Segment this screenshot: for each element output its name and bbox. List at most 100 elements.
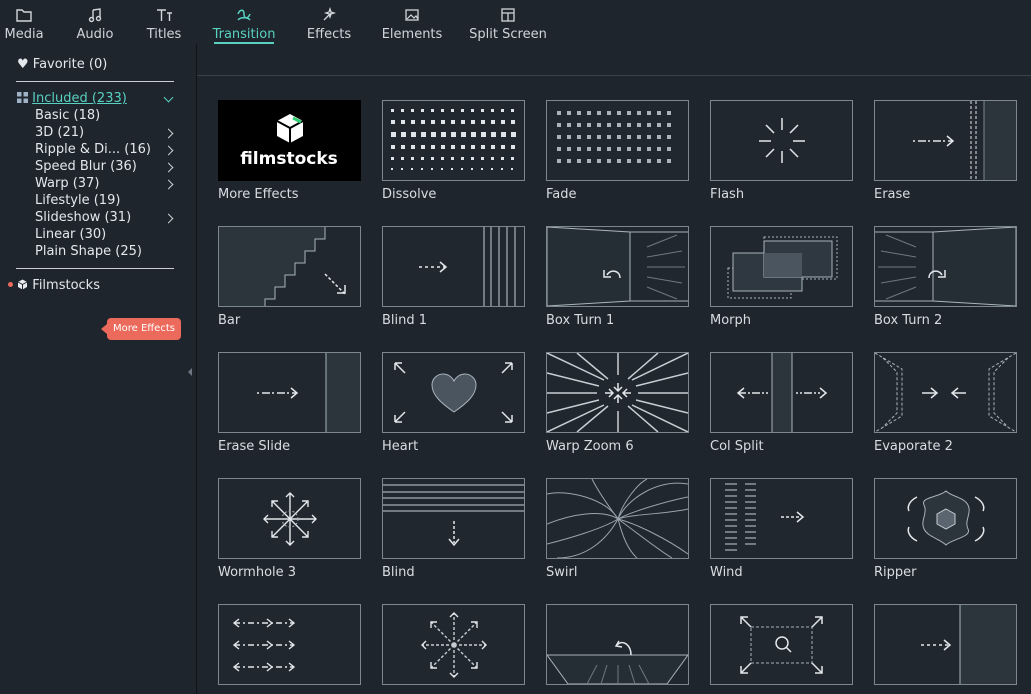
- tab-audio[interactable]: Audio: [77, 0, 113, 44]
- col-split-icon: [736, 353, 828, 432]
- ripper-icon: [907, 490, 985, 546]
- dissolve-pattern-icon: [391, 109, 516, 170]
- thumbnail-flip: [546, 604, 689, 685]
- sidebar-item-plain-shape[interactable]: Plain Shape (25): [35, 244, 142, 259]
- chevron-down-icon[interactable]: [163, 92, 174, 103]
- chevron-right-icon[interactable]: [163, 213, 174, 224]
- notification-dot-icon: [8, 282, 13, 287]
- transition-tile[interactable]: [874, 604, 1017, 691]
- transition-tile[interactable]: filmstocks More Effects: [218, 100, 361, 202]
- tile-label: Box Turn 2: [874, 313, 943, 328]
- thumbnail-blind-1: [382, 226, 525, 307]
- sidebar-item-lifestyle[interactable]: Lifestyle (19): [35, 193, 120, 208]
- chevron-right-icon[interactable]: [163, 179, 174, 190]
- transition-tile[interactable]: Ripper: [874, 478, 1017, 580]
- sidebar-item-speed-blur[interactable]: Speed Blur (36): [35, 159, 137, 174]
- sidebar-item-basic[interactable]: Basic (18): [35, 108, 100, 123]
- fade-pattern-icon: [557, 111, 671, 163]
- transition-tile[interactable]: Bar: [218, 226, 361, 328]
- thumbnail-arrows-grid: [218, 604, 361, 685]
- warp-zoom-icon: [547, 353, 688, 432]
- sidebar-included[interactable]: Included (233): [17, 91, 127, 106]
- thumbnail-burst: [382, 604, 525, 685]
- evaporate-icon: [875, 353, 1016, 432]
- transition-tile[interactable]: Erase Slide: [218, 352, 361, 454]
- svg-text:filmstocks: filmstocks: [240, 149, 338, 169]
- transition-tile[interactable]: Fade: [546, 100, 689, 202]
- transition-tile[interactable]: Swirl: [546, 478, 689, 580]
- zoom-search-icon: [740, 616, 823, 674]
- transition-tile[interactable]: [218, 604, 361, 691]
- thumbnail-wormhole-3: [218, 478, 361, 559]
- transition-tile[interactable]: [546, 604, 689, 691]
- tab-split-screen[interactable]: Split Screen: [469, 0, 547, 44]
- tile-label: Warp Zoom 6: [546, 439, 634, 454]
- thumbnail-flash: [710, 100, 853, 181]
- sidebar-favorite[interactable]: ♥ Favorite (0): [17, 57, 107, 72]
- tile-label: Wind: [710, 565, 743, 580]
- tile-label: Evaporate 2: [874, 439, 953, 454]
- transition-tile[interactable]: Morph: [710, 226, 853, 328]
- transition-tile[interactable]: [382, 604, 525, 691]
- tab-elements[interactable]: Elements: [382, 0, 442, 44]
- wormhole-icon: [263, 492, 317, 546]
- transition-tile[interactable]: Flash: [710, 100, 853, 202]
- divider: [16, 268, 174, 269]
- arrows-grid-icon: [232, 618, 296, 672]
- flip-icon: [547, 640, 688, 684]
- tile-label: Box Turn 1: [546, 313, 615, 328]
- split-screen-icon: [501, 8, 515, 22]
- sidebar-item-label: Included (233): [32, 91, 127, 106]
- sidebar-item-label: Favorite (0): [32, 57, 108, 72]
- more-effects-badge[interactable]: More Effects: [101, 318, 181, 340]
- folder-icon: [16, 9, 32, 22]
- sidebar-filmstocks[interactable]: Filmstocks: [8, 278, 100, 293]
- tab-label: Transition: [212, 27, 276, 42]
- chevron-right-icon[interactable]: [163, 145, 174, 156]
- erase-slide-icon: [257, 353, 360, 432]
- collapse-sidebar-handle[interactable]: [188, 368, 192, 376]
- transition-tile[interactable]: Blind 1: [382, 226, 525, 328]
- tab-titles[interactable]: Titles: [147, 0, 181, 44]
- music-note-icon: [88, 8, 102, 23]
- sidebar-item-linear[interactable]: Linear (30): [35, 227, 106, 242]
- tab-effects[interactable]: Effects: [307, 0, 351, 44]
- sidebar-item-warp[interactable]: Warp (37): [35, 176, 99, 191]
- thumbnail-filmstocks: filmstocks: [218, 100, 361, 181]
- box-turn-icon: [547, 227, 688, 306]
- tile-label: Col Split: [710, 439, 764, 454]
- transition-tile[interactable]: Erase: [874, 100, 1017, 202]
- sidebar-item-slideshow[interactable]: Slideshow (31): [35, 210, 131, 225]
- sidebar-item-3d[interactable]: 3D (21): [35, 125, 84, 140]
- sidebar-item-ripple[interactable]: Ripple & Di... (16): [35, 142, 151, 157]
- transition-tile[interactable]: Wormhole 3: [218, 478, 361, 580]
- top-tab-bar: Media Audio Titles Transition Effects El…: [0, 0, 1031, 44]
- sidebar-item-label: Filmstocks: [32, 278, 100, 293]
- wind-lines-icon: [725, 483, 805, 551]
- chevron-right-icon[interactable]: [163, 128, 174, 139]
- transition-tile[interactable]: Col Split: [710, 352, 853, 454]
- transition-tile[interactable]: Heart: [382, 352, 525, 454]
- tab-media[interactable]: Media: [4, 0, 44, 44]
- transition-tile[interactable]: Box Turn 2: [874, 226, 1017, 328]
- transition-tile[interactable]: Box Turn 1: [546, 226, 689, 328]
- burst-arrows-icon: [421, 612, 487, 678]
- effects-icon: [323, 7, 337, 21]
- blind-lines-icon: [419, 227, 516, 306]
- thumbnail-wind: [710, 478, 853, 559]
- thumbnail-fade: [546, 100, 689, 181]
- transition-tile[interactable]: Wind: [710, 478, 853, 580]
- transition-tile[interactable]: [710, 604, 853, 691]
- tile-label: Heart: [382, 439, 419, 454]
- tab-transition[interactable]: Transition: [212, 0, 276, 44]
- chevron-right-icon[interactable]: [163, 162, 174, 173]
- transition-tile[interactable]: Evaporate 2: [874, 352, 1017, 454]
- bar-stairs-icon: [219, 227, 346, 306]
- transition-tile[interactable]: Warp Zoom 6: [546, 352, 689, 454]
- transition-tile[interactable]: Blind: [382, 478, 525, 580]
- thumbnail-warp-zoom-6: [546, 352, 689, 433]
- tab-label: Titles: [146, 27, 182, 42]
- transition-icon: [237, 9, 251, 21]
- active-tab-indicator: [214, 42, 274, 44]
- transition-tile[interactable]: Dissolve: [382, 100, 525, 202]
